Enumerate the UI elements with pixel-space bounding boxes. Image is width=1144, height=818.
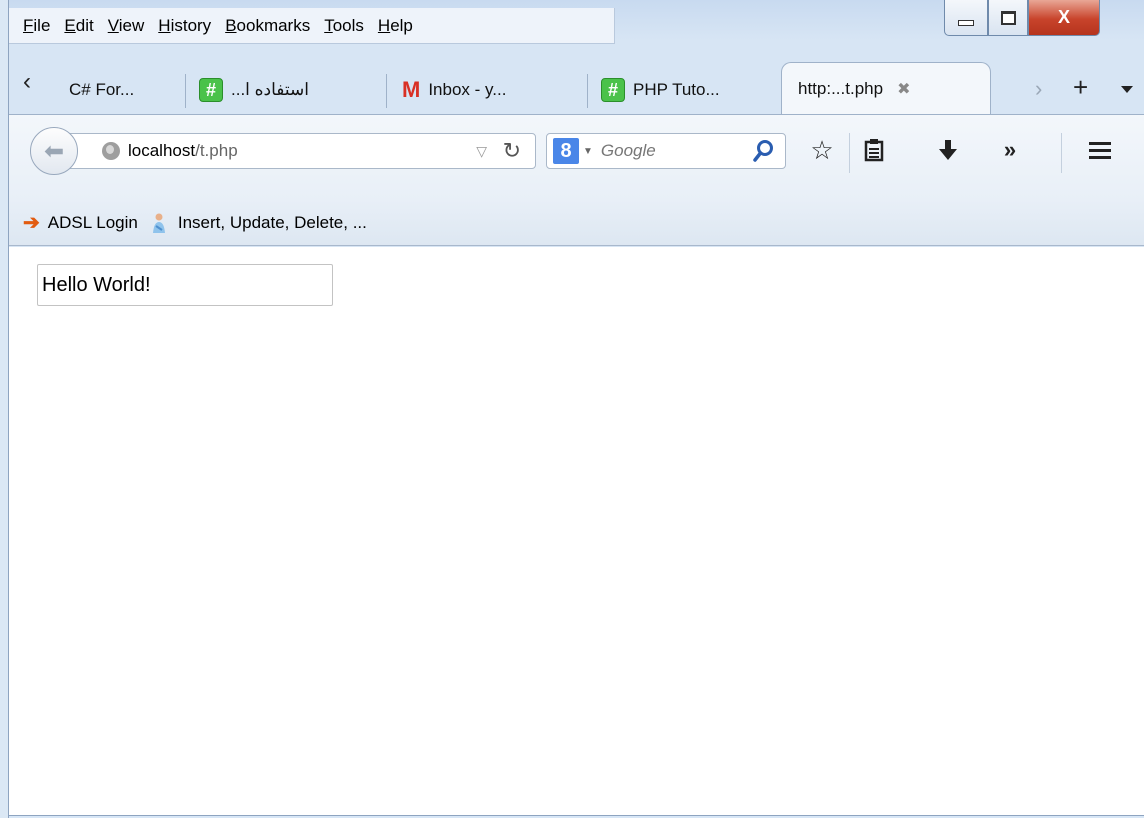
bookmarks-toolbar: ➔ ADSL Login Insert, Update, Delete, ... [9,200,1144,246]
maximize-button[interactable] [988,0,1028,36]
hash-icon: # [199,78,223,102]
bookmark-adsl-login[interactable]: ➔ ADSL Login [23,210,138,235]
url-host: localhost [128,141,196,160]
minimize-button[interactable] [944,0,988,36]
menu-edit[interactable]: Edit [64,16,93,36]
menu-history[interactable]: History [158,16,211,36]
url-bar[interactable]: localhost/t.php ▽ ↻ [63,133,536,169]
close-tab-icon[interactable]: ✖ [897,79,910,99]
menu-tools[interactable]: Tools [324,16,364,36]
back-button[interactable]: ⬅ [30,127,78,175]
tab-strip: ‹ C# For... # ...استفاده ا M Inbox - y..… [9,62,1144,114]
scroll-tabs-left-icon[interactable]: ‹ [23,68,31,96]
tab-active-localhost[interactable]: http:...t.php ✖ [781,62,991,114]
person-icon [152,213,165,233]
tab-label: C# For... [69,80,135,99]
search-placeholder: Google [600,141,656,160]
tab-label: ...استفاده ا [231,80,309,99]
toolbar-divider [1061,133,1062,173]
globe-icon [102,142,120,160]
tab-inbox[interactable]: M Inbox - y... [402,68,582,112]
reload-icon[interactable]: ↻ [503,138,521,164]
overflow-chevron-icon[interactable]: » [993,137,1027,163]
menu-bar: File Edit View History Bookmarks Tools H… [9,8,615,44]
tab-label: Inbox - y... [428,80,507,99]
hash-icon: # [601,78,625,102]
tab-label: http:...t.php [798,78,884,98]
tab-persian-page[interactable]: # ...استفاده ا [199,68,379,112]
tab-label: PHP Tuto... [633,80,720,99]
minimize-icon [958,19,974,26]
toolbar-divider [849,133,850,173]
google-logo-icon[interactable]: 8 [553,138,579,164]
bookmark-label: ADSL Login [47,212,138,232]
menu-file[interactable]: File [23,16,50,36]
tab-divider [587,74,588,108]
maximize-icon [1000,10,1016,25]
menu-view[interactable]: View [108,16,145,36]
search-icon[interactable] [753,139,775,163]
url-path: /t.php [195,141,238,160]
new-tab-icon[interactable]: + [1073,72,1088,103]
browser-window: File Edit View History Bookmarks Tools H… [8,0,1144,818]
search-bar[interactable]: 8 ▼ Google [546,133,786,169]
clipboard-icon [864,139,884,162]
navigation-bar: localhost/t.php ▽ ↻ ⬅ 8 ▼ Google ☆ » [9,114,1144,201]
gmail-icon: M [402,77,421,102]
list-all-tabs-icon[interactable] [1121,86,1133,93]
bookmark-insert-update-delete[interactable]: Insert, Update, Delete, ... [150,212,367,234]
search-engine-dropdown-icon[interactable]: ▼ [583,146,593,157]
tab-divider [386,74,387,108]
page-content [9,247,1144,816]
bookmarks-menu-icon[interactable] [857,137,891,163]
bookmark-label: Insert, Update, Delete, ... [177,212,367,232]
menu-bookmarks[interactable]: Bookmarks [225,16,310,36]
back-arrow-icon: ⬅ [43,137,65,165]
downloads-icon[interactable] [931,137,965,163]
tab-php-tutorial[interactable]: # PHP Tuto... [601,68,781,112]
tab-divider [185,74,186,108]
scroll-tabs-right-icon[interactable]: › [1035,76,1042,102]
close-window-button[interactable]: X [1028,0,1100,36]
download-arrow-icon [939,140,957,160]
hamburger-menu-icon[interactable] [1083,137,1117,163]
arrow-icon: ➔ [23,212,40,234]
close-icon: X [1057,7,1070,27]
menu-help[interactable]: Help [378,16,413,36]
history-dropdown-icon[interactable]: ▽ [476,143,487,160]
menu-lines-icon [1089,142,1111,159]
tab-csharp-forum[interactable]: C# For... [69,68,179,112]
hello-textbox[interactable] [37,264,333,306]
bookmark-star-icon[interactable]: ☆ [805,135,839,165]
